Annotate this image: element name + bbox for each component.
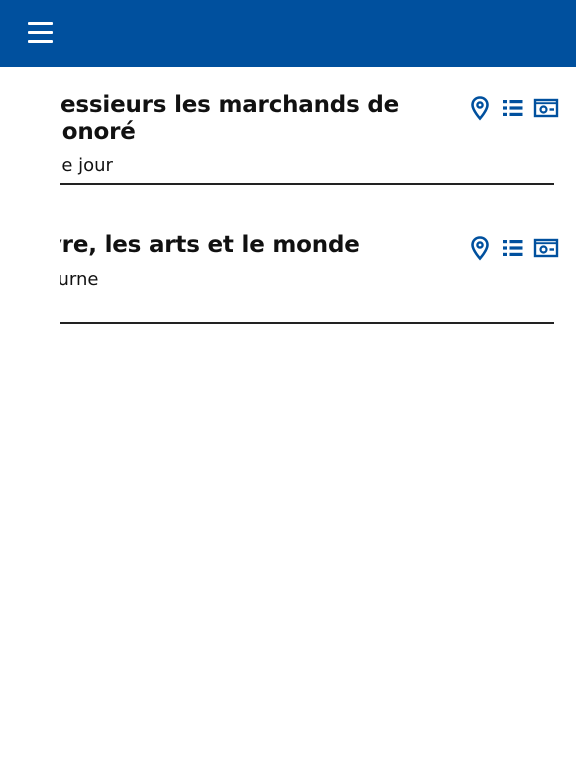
tour-title: Chez messieurs les marchands de Saint-Ho…	[60, 92, 400, 145]
tour-item-text: Le Louvre, les arts et le monde Visite n…	[60, 207, 460, 317]
item-divider	[60, 183, 554, 185]
item-divider	[60, 322, 554, 324]
tour-item-actions	[467, 235, 559, 263]
tour-item[interactable]: Le Louvre, les arts et le monde Visite n…	[0, 207, 576, 327]
menu-button[interactable]	[22, 16, 58, 50]
list-icon[interactable]	[500, 235, 526, 261]
tour-item[interactable]: Chez messieurs les marchands de Saint-Ho…	[0, 67, 576, 187]
tour-item-actions	[467, 95, 559, 123]
ticket-icon[interactable]	[533, 235, 559, 261]
tour-title: Le Louvre, les arts et le monde	[60, 232, 360, 258]
tour-item-text: Chez messieurs les marchands de Saint-Ho…	[60, 67, 460, 177]
list-icon[interactable]	[500, 95, 526, 121]
tour-subtitle: Visite nocturne	[60, 269, 99, 290]
tour-subtitle: Parcours de jour	[60, 155, 113, 176]
ticket-icon[interactable]	[533, 95, 559, 121]
map-pin-icon[interactable]	[467, 235, 493, 261]
app-header	[0, 0, 576, 67]
map-pin-icon[interactable]	[467, 95, 493, 121]
